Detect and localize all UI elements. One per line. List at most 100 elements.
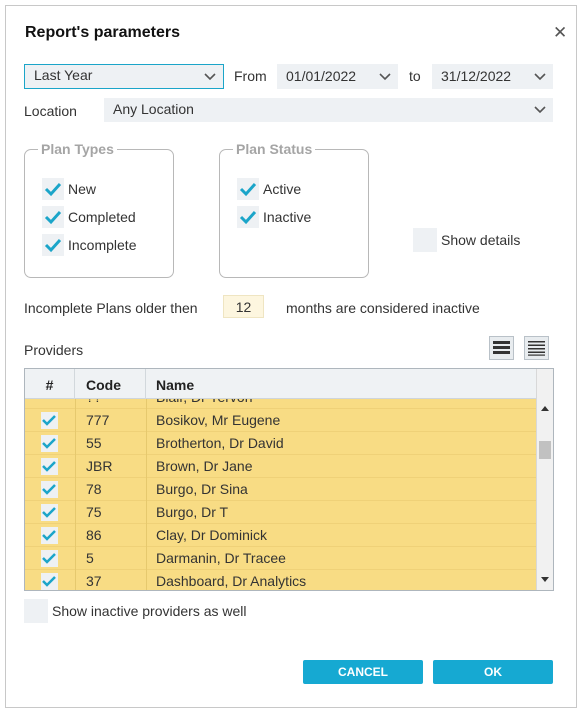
- close-icon[interactable]: ✕: [553, 23, 567, 43]
- cell-code: 78: [86, 481, 102, 497]
- cell-name: Brown, Dr Jane: [156, 458, 253, 474]
- check-icon: [239, 210, 257, 225]
- cell-name: Burgo, Dr Sina: [156, 481, 248, 497]
- list-view-icon[interactable]: [489, 336, 514, 360]
- check-icon: [239, 182, 257, 197]
- table-row[interactable]: ?? Blair, Dr Yervon: [25, 399, 536, 409]
- check-icon: [42, 553, 56, 564]
- plan-status-label: Active: [263, 181, 302, 197]
- checkbox[interactable]: [237, 178, 259, 200]
- cell-code: 5: [86, 550, 94, 566]
- to-date-select[interactable]: 31/12/2022: [432, 64, 553, 89]
- plan-type-completed[interactable]: Completed: [42, 206, 136, 228]
- check-icon: [44, 238, 62, 253]
- column-header-number[interactable]: #: [25, 369, 75, 399]
- table-row[interactable]: 86 Clay, Dr Dominick: [25, 524, 536, 547]
- chevron-down-icon: [534, 73, 546, 81]
- cell-name: Darmanin, Dr Tracee: [156, 550, 286, 566]
- plan-status-group: Plan Status Active Inactive: [219, 141, 369, 278]
- from-date-select[interactable]: 01/01/2022: [277, 64, 398, 89]
- chevron-down-icon: [204, 73, 216, 81]
- cell-name: Burgo, Dr T: [156, 504, 229, 520]
- check-icon: [42, 415, 56, 426]
- row-checkbox[interactable]: [41, 504, 58, 521]
- table-row[interactable]: JBR Brown, Dr Jane: [25, 455, 536, 478]
- period-select[interactable]: Last Year: [24, 64, 224, 89]
- table-row[interactable]: 78 Burgo, Dr Sina: [25, 478, 536, 501]
- table-row[interactable]: 37 Dashboard, Dr Analytics: [25, 570, 536, 590]
- table-body: ?? Blair, Dr Yervon 777 Bosikov, Mr Euge…: [25, 399, 536, 590]
- show-details-toggle[interactable]: Show details: [413, 228, 520, 252]
- plan-type-incomplete[interactable]: Incomplete: [42, 234, 136, 256]
- row-checkbox[interactable]: [41, 481, 58, 498]
- table-row[interactable]: 75 Burgo, Dr T: [25, 501, 536, 524]
- check-icon: [42, 484, 56, 495]
- cell-code: JBR: [86, 458, 113, 474]
- checkbox[interactable]: [237, 206, 259, 228]
- inactive-rule-prefix: Incomplete Plans older then: [24, 300, 198, 316]
- providers-label: Providers: [24, 342, 84, 358]
- column-header-name[interactable]: Name: [146, 369, 536, 399]
- plan-type-label: Completed: [68, 209, 136, 225]
- plan-type-label: New: [68, 181, 97, 197]
- plan-status-active[interactable]: Active: [237, 178, 301, 200]
- from-date-value: 01/01/2022: [286, 68, 357, 84]
- months-input[interactable]: 12: [223, 295, 264, 318]
- plan-types-group: Plan Types New Completed Incomplete: [24, 141, 174, 278]
- inactive-rule-suffix: months are considered inactive: [286, 300, 480, 316]
- check-icon: [42, 507, 56, 518]
- table-header: # Code Name: [25, 369, 536, 399]
- period-value: Last Year: [34, 67, 93, 83]
- compact-list-view-icon[interactable]: [524, 336, 549, 360]
- check-icon: [42, 438, 56, 449]
- cell-name: Brotherton, Dr David: [156, 435, 284, 451]
- chevron-down-icon: [379, 73, 391, 81]
- row-checkbox[interactable]: [41, 412, 58, 429]
- cell-name: Bosikov, Mr Eugene: [156, 412, 281, 428]
- row-checkbox[interactable]: [41, 435, 58, 452]
- checkbox[interactable]: [42, 234, 64, 256]
- ok-button[interactable]: OK: [433, 660, 553, 684]
- cell-code: 37: [86, 573, 102, 589]
- cell-name: Dashboard, Dr Analytics: [156, 573, 307, 589]
- location-label: Location: [24, 103, 77, 119]
- scroll-down-icon[interactable]: [541, 577, 549, 583]
- cancel-button[interactable]: CANCEL: [303, 660, 423, 684]
- checkbox[interactable]: [24, 599, 48, 623]
- row-checkbox[interactable]: [41, 573, 58, 590]
- cell-code: ??: [86, 399, 102, 409]
- row-checkbox[interactable]: [41, 527, 58, 544]
- plan-type-label: Incomplete: [68, 237, 137, 253]
- table-row[interactable]: 777 Bosikov, Mr Eugene: [25, 409, 536, 432]
- check-icon: [44, 210, 62, 225]
- table-row[interactable]: 55 Brotherton, Dr David: [25, 432, 536, 455]
- scroll-up-icon[interactable]: [541, 405, 549, 411]
- scrollbar-thumb[interactable]: [539, 441, 551, 459]
- checkbox[interactable]: [42, 178, 64, 200]
- to-label: to: [409, 68, 421, 84]
- row-checkbox[interactable]: [41, 458, 58, 475]
- plan-status-inactive[interactable]: Inactive: [237, 206, 311, 228]
- report-parameters-dialog: Report's parameters ✕ Last Year From 01/…: [5, 5, 577, 708]
- column-header-code[interactable]: Code: [75, 369, 146, 399]
- check-icon: [42, 461, 56, 472]
- plan-types-title: Plan Types: [38, 141, 117, 157]
- plan-type-new[interactable]: New: [42, 178, 96, 200]
- cell-code: 86: [86, 527, 102, 543]
- check-icon: [44, 182, 62, 197]
- cell-code: 777: [86, 412, 110, 428]
- to-date-value: 31/12/2022: [441, 68, 512, 84]
- check-icon: [42, 530, 56, 541]
- vertical-scrollbar[interactable]: [536, 369, 553, 590]
- check-icon: [42, 576, 56, 587]
- checkbox[interactable]: [42, 206, 64, 228]
- table-row[interactable]: 5 Darmanin, Dr Tracee: [25, 547, 536, 570]
- cell-name: Clay, Dr Dominick: [156, 527, 267, 543]
- show-inactive-toggle[interactable]: Show inactive providers as well: [24, 599, 247, 623]
- row-checkbox[interactable]: [41, 550, 58, 567]
- location-select[interactable]: Any Location: [104, 98, 553, 122]
- from-label: From: [234, 68, 267, 84]
- cell-name: Blair, Dr Yervon: [156, 399, 253, 409]
- checkbox[interactable]: [413, 228, 437, 252]
- location-value: Any Location: [113, 101, 194, 117]
